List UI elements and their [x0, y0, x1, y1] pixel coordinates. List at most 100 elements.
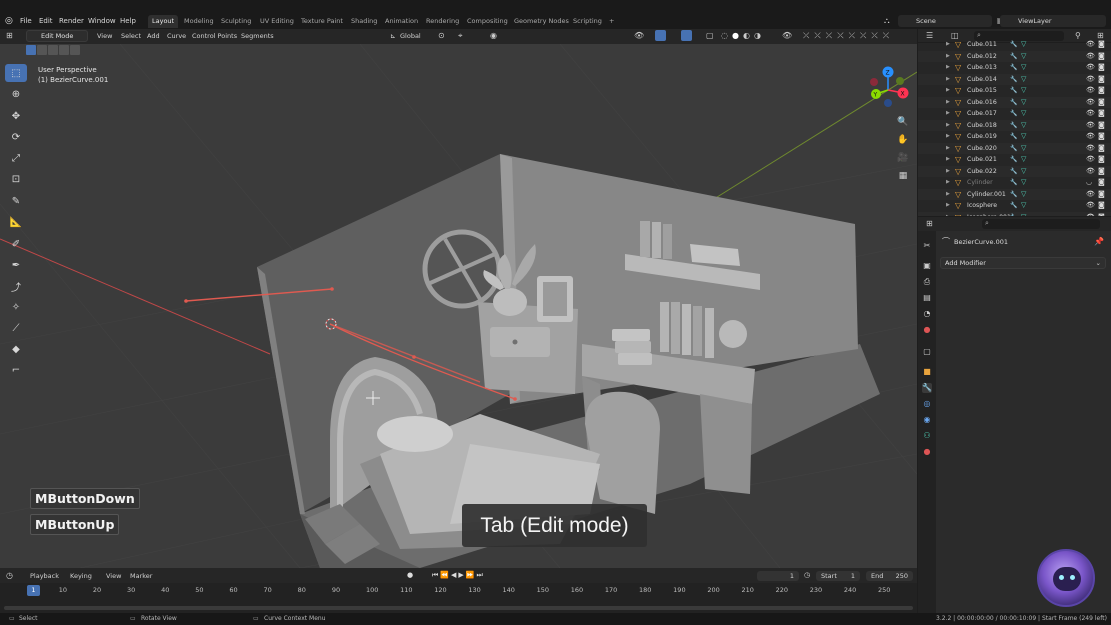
outliner-row[interactable]: ▶ ▽ Cube.017 🔧 ▽ 👁 ◙ [918, 108, 1111, 120]
visibility-eye-icon[interactable]: 👁 [1086, 51, 1095, 63]
menu-curve[interactable]: Curve [167, 32, 186, 41]
properties-editor-icon[interactable]: ⊞ [926, 219, 933, 228]
start-frame-field[interactable]: Start 1 [816, 571, 860, 581]
outliner-row[interactable]: ▶ ▽ Cube.021 🔧 ▽ 👁 ◙ [918, 154, 1111, 166]
xray-icon[interactable]: ▢ [706, 31, 714, 40]
tool-tab-icon[interactable]: ✂ [922, 241, 932, 251]
expand-triangle-icon[interactable]: ▶ [946, 120, 950, 132]
handle-display-icons[interactable]: ⤫⤫⤫⤫⤫⤫⤫⤫ [803, 31, 894, 41]
viewport-visibility-icon[interactable]: 👁 [782, 31, 792, 40]
tab-sculpting[interactable]: Sculpting [217, 15, 255, 28]
snap-icon[interactable]: ⌖ [458, 31, 463, 41]
render-camera-icon[interactable]: ◙ [1098, 177, 1105, 189]
tab-layout[interactable]: Layout [148, 15, 179, 28]
expand-triangle-icon[interactable]: ▶ [946, 166, 950, 178]
constraints-tab-icon[interactable]: ⚇ [922, 431, 932, 441]
measure-tool-icon[interactable]: 📐 [5, 213, 27, 231]
outliner-row[interactable]: ▶ ▽ Cube.013 🔧 ▽ 👁 ◙ [918, 62, 1111, 74]
visibility-eye-icon[interactable]: 👁 [1086, 200, 1095, 212]
menu-marker[interactable]: Marker [130, 572, 152, 580]
visibility-eye-icon[interactable]: 👁 [1086, 131, 1095, 143]
render-camera-icon[interactable]: ◙ [1098, 212, 1105, 217]
playback-controls-icon[interactable]: ⏮⏪◀▶⏩⏭ [432, 571, 485, 580]
randomize-tool-icon[interactable]: ◆ [5, 340, 27, 358]
expand-triangle-icon[interactable]: ▶ [946, 177, 950, 189]
timeline-scrollbar[interactable] [4, 606, 913, 610]
menu-help[interactable]: Help [120, 16, 136, 26]
overlay-toggle-icon[interactable] [681, 30, 692, 41]
expand-triangle-icon[interactable]: ▶ [946, 154, 950, 166]
gizmo-toggle-icon[interactable] [655, 30, 666, 41]
menu-select[interactable]: Select [121, 32, 141, 41]
material-tab-icon[interactable]: ● [922, 447, 932, 457]
tab-rendering[interactable]: Rendering [422, 15, 463, 28]
menu-edit[interactable]: Edit [39, 16, 53, 26]
radius-tool-icon[interactable]: ✧ [5, 298, 27, 316]
visibility-eye-icon[interactable]: 👁 [1086, 143, 1095, 155]
menu-add[interactable]: Add [147, 32, 160, 41]
expand-triangle-icon[interactable]: ▶ [946, 85, 950, 97]
mode-dropdown[interactable]: Edit Mode [26, 30, 88, 42]
scale-tool-icon[interactable]: ⤢ [5, 149, 27, 167]
select-box-icon[interactable]: ⬚ [5, 64, 27, 82]
visibility-eye-icon[interactable]: 👁 [1086, 85, 1095, 97]
visibility-eye-icon[interactable]: ◡ [1086, 177, 1092, 189]
solid-shading-icon[interactable]: ● [732, 31, 739, 40]
current-frame-field[interactable]: 1 [757, 571, 799, 581]
modifier-tab-icon[interactable]: 🔧 [922, 383, 932, 393]
visibility-icon[interactable]: 👁 [634, 31, 644, 40]
view-layer-selector[interactable]: ViewLayer [1000, 15, 1106, 27]
expand-triangle-icon[interactable]: ▶ [946, 212, 950, 217]
camera-view-icon[interactable]: 🎥 [895, 150, 911, 166]
expand-triangle-icon[interactable]: ▶ [946, 189, 950, 201]
expand-triangle-icon[interactable]: ▶ [946, 62, 950, 74]
outliner-row[interactable]: ▶ ▽ Cube.011 🔧 ▽ 👁 ◙ [918, 39, 1111, 51]
menu-render[interactable]: Render [59, 16, 84, 26]
render-camera-icon[interactable]: ◙ [1098, 200, 1105, 212]
properties-search-input[interactable]: ⌕ [982, 219, 1100, 229]
material-shading-icon[interactable]: ◐ [743, 31, 750, 40]
end-frame-field[interactable]: End 250 [866, 571, 913, 581]
draw-tool-icon[interactable]: ✐ [5, 235, 27, 253]
render-camera-icon[interactable]: ◙ [1098, 131, 1105, 143]
tab-geometry-nodes[interactable]: Geometry Nodes [510, 15, 573, 28]
tab-scripting[interactable]: Scripting [569, 15, 606, 28]
select-subtract-icon[interactable] [48, 45, 58, 55]
orientation-dropdown[interactable]: Global [400, 32, 421, 41]
visibility-eye-icon[interactable]: 👁 [1086, 120, 1095, 132]
visibility-eye-icon[interactable]: 👁 [1086, 97, 1095, 109]
expand-triangle-icon[interactable]: ▶ [946, 97, 950, 109]
visibility-eye-icon[interactable]: 👁 [1086, 166, 1095, 178]
visibility-eye-icon[interactable]: 👁 [1086, 189, 1095, 201]
visibility-eye-icon[interactable]: 👁 [1086, 108, 1095, 120]
scene-selector[interactable]: Scene [898, 15, 992, 27]
render-camera-icon[interactable]: ◙ [1098, 39, 1105, 51]
pivot-icon[interactable]: ⊙ [438, 31, 445, 40]
select-new-icon[interactable] [26, 45, 36, 55]
timeline-editor-icon[interactable]: ◷ [6, 571, 13, 580]
add-workspace-button[interactable]: + [605, 15, 618, 28]
expand-triangle-icon[interactable]: ▶ [946, 74, 950, 86]
expand-triangle-icon[interactable]: ▶ [946, 143, 950, 155]
menu-view[interactable]: View [97, 32, 112, 41]
render-camera-icon[interactable]: ◙ [1098, 120, 1105, 132]
render-camera-icon[interactable]: ◙ [1098, 85, 1105, 97]
record-icon[interactable]: ● [407, 571, 413, 579]
rendered-shading-icon[interactable]: ◑ [754, 31, 761, 40]
zoom-icon[interactable]: 🔍 [895, 114, 911, 130]
outliner-row[interactable]: ▶ ▽ Cube.015 🔧 ▽ 👁 ◙ [918, 85, 1111, 97]
cursor-tool-icon[interactable]: ⊕ [5, 85, 27, 103]
annotate-tool-icon[interactable]: ✎ [5, 192, 27, 210]
tab-compositing[interactable]: Compositing [463, 15, 512, 28]
expand-triangle-icon[interactable]: ▶ [946, 131, 950, 143]
curve-vertex-tool-icon[interactable]: ⌐ [5, 361, 27, 379]
visibility-eye-icon[interactable]: 👁 [1086, 154, 1095, 166]
outliner-row[interactable]: ▶ ▽ Cube.016 🔧 ▽ 👁 ◙ [918, 96, 1111, 109]
visibility-eye-icon[interactable]: 👁 [1086, 74, 1095, 86]
menu-timeline-view[interactable]: View [106, 572, 121, 580]
render-camera-icon[interactable]: ◙ [1098, 97, 1105, 109]
menu-keying[interactable]: Keying [70, 572, 92, 580]
move-tool-icon[interactable]: ✥ [5, 107, 27, 125]
blender-logo-icon[interactable]: ◎ [5, 16, 15, 26]
transform-tool-icon[interactable]: ⊡ [5, 170, 27, 188]
